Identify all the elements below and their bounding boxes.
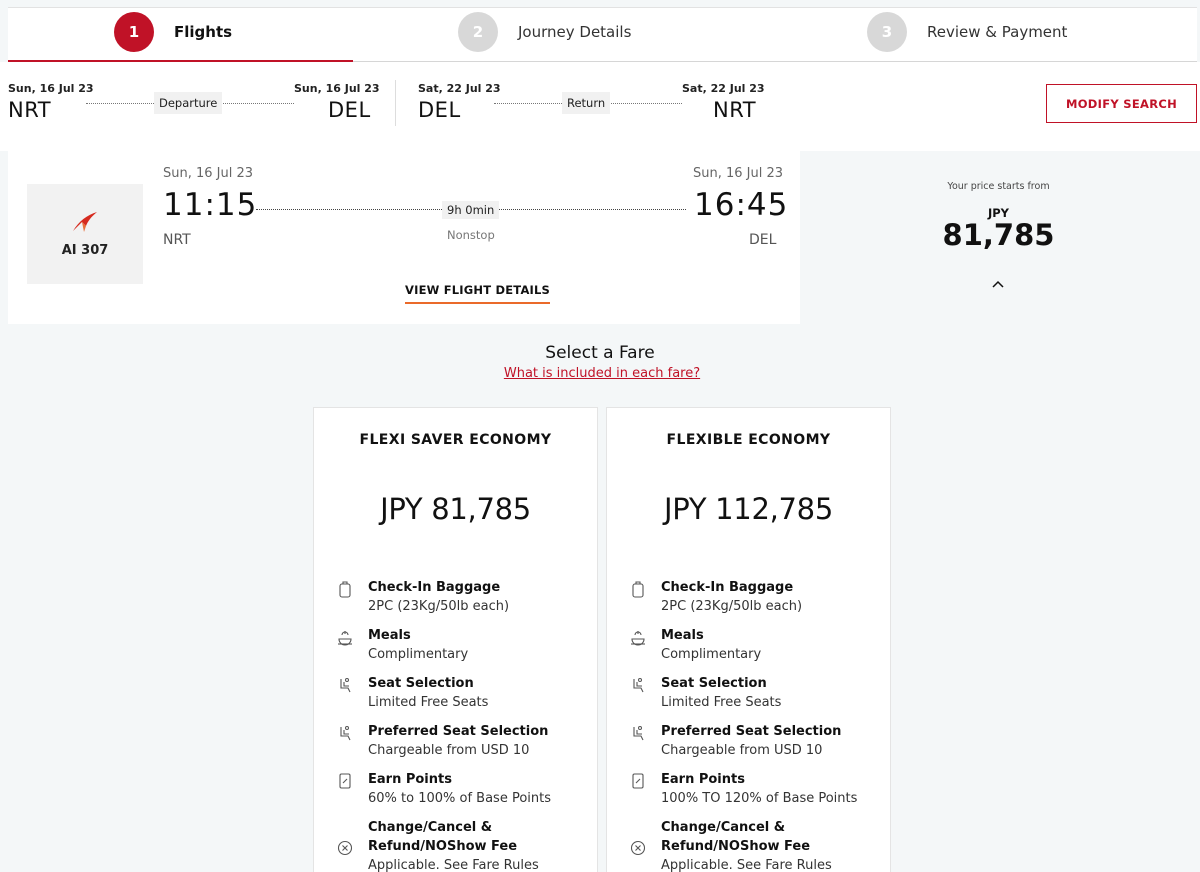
modify-search-button[interactable]: MODIFY SEARCH	[1046, 84, 1197, 123]
fare-feature-value: Limited Free Seats	[368, 695, 489, 710]
fare-price: JPY 112,785	[664, 492, 833, 526]
fare-name: FLEXI SAVER ECONOMY	[359, 432, 552, 448]
fare-feature-value: 2PC (23Kg/50lb each)	[368, 599, 510, 614]
fare-feature-title: Meals	[661, 628, 704, 643]
fare-feature-value: 2PC (23Kg/50lb each)	[661, 599, 803, 614]
fare-card-flexi-saver[interactable]: FLEXI SAVER ECONOMY JPY 81,785 Check-In …	[313, 407, 598, 872]
return-tag: Return	[562, 92, 611, 114]
fare-feature-title: Preferred Seat Selection	[368, 724, 549, 739]
fare-feature-title: Check-In Baggage	[661, 580, 794, 595]
step-label: Journey Details	[518, 23, 632, 41]
outbound-to-date: Sun, 16 Jul 23	[294, 82, 380, 95]
select-fare-heading: Select a Fare	[545, 343, 655, 363]
fare-feature-title: Earn Points	[368, 772, 452, 787]
flight-duration: 9h 0min	[442, 201, 500, 219]
arrival-date: Sun, 16 Jul 23	[693, 166, 784, 181]
fare-feature-title: Meals	[368, 628, 411, 643]
step-flights[interactable]: 1 Flights	[114, 12, 232, 52]
fare-feature-value: Chargeable from USD 10	[661, 743, 823, 758]
outbound-to-code: DEL	[328, 98, 371, 122]
airline-badge: AI 307	[27, 184, 143, 284]
cancel-icon	[630, 840, 646, 856]
fare-feature-title: Seat Selection	[368, 676, 474, 691]
seat-icon	[633, 726, 644, 741]
inbound-from-code: DEL	[418, 98, 461, 122]
fare-feature-value: Complimentary	[368, 647, 469, 662]
step-number: 3	[867, 12, 907, 52]
points-icon	[632, 773, 644, 789]
fare-feature-value: Chargeable from USD 10	[368, 743, 530, 758]
airline-logo-icon	[73, 211, 97, 232]
booking-stepper: 1 Flights 2 Journey Details 3 Review & P…	[8, 7, 1197, 62]
fare-feature-value: Applicable. See Fare Rules	[661, 858, 832, 872]
seat-icon	[340, 726, 351, 741]
inbound-to-code: NRT	[713, 98, 757, 122]
seat-icon	[633, 678, 644, 693]
fare-feature-title: Preferred Seat Selection	[661, 724, 842, 739]
step-review-payment[interactable]: 3 Review & Payment	[867, 12, 1067, 52]
flight-card: AI 307 Sun, 16 Jul 23 11:15 NRT 9h 0min …	[8, 151, 800, 324]
fare-feature-value: 100% TO 120% of Base Points	[661, 791, 858, 806]
flight-number: AI 307	[61, 242, 109, 258]
baggage-icon	[632, 581, 644, 598]
departure-tag: Departure	[154, 92, 223, 114]
fare-feature-value: Limited Free Seats	[661, 695, 782, 710]
route-summary-bar: Sun, 16 Jul 23 NRT Departure Sun, 16 Jul…	[0, 62, 1200, 151]
meal-icon	[631, 631, 645, 646]
fare-feature-title: Refund/NOShow Fee	[661, 839, 811, 854]
inbound-to-date: Sat, 22 Jul 23	[682, 82, 765, 95]
step-label: Flights	[174, 23, 233, 41]
leg-divider	[395, 80, 396, 126]
price-amount: 81,785	[942, 218, 1055, 252]
step-number: 1	[114, 12, 154, 52]
fare-feature-title: Check-In Baggage	[368, 580, 501, 595]
fare-feature-value: 60% to 100% of Base Points	[368, 791, 552, 806]
inbound-from-date: Sat, 22 Jul 23	[418, 82, 501, 95]
fare-feature-title: Change/Cancel &	[368, 820, 493, 835]
outbound-from-date: Sun, 16 Jul 23	[8, 82, 94, 95]
arrival-airport: DEL	[749, 232, 777, 248]
baggage-icon	[339, 581, 351, 598]
price-summary: Your price starts from JPY 81,785	[800, 151, 1197, 324]
departure-date: Sun, 16 Jul 23	[163, 166, 254, 181]
price-starts-label: Your price starts from	[947, 181, 1050, 192]
step-number: 2	[458, 12, 498, 52]
fare-card-flexible[interactable]: FLEXIBLE ECONOMY JPY 112,785 Check-In Ba…	[606, 407, 891, 872]
view-flight-details-link[interactable]: VIEW FLIGHT DETAILS	[405, 283, 551, 304]
seat-icon	[340, 678, 351, 693]
arrival-time: 16:45	[694, 187, 789, 223]
points-icon	[339, 773, 351, 789]
departure-airport: NRT	[163, 232, 191, 248]
outbound-from-code: NRT	[8, 98, 52, 122]
fare-feature-title: Refund/NOShow Fee	[368, 839, 518, 854]
fare-feature-title: Earn Points	[661, 772, 745, 787]
fare-price: JPY 81,785	[380, 492, 531, 526]
fare-feature-value: Applicable. See Fare Rules	[368, 858, 539, 872]
fare-name: FLEXIBLE ECONOMY	[666, 432, 831, 448]
fare-inclusions-link[interactable]: What is included in each fare?	[0, 366, 1200, 381]
fare-feature-value: Complimentary	[661, 647, 762, 662]
step-journey-details[interactable]: 2 Journey Details	[458, 12, 631, 52]
meal-icon	[338, 631, 352, 646]
chevron-up-icon[interactable]	[990, 278, 1006, 290]
fare-feature-title: Seat Selection	[661, 676, 767, 691]
cancel-icon	[337, 840, 353, 856]
fare-feature-title: Change/Cancel &	[661, 820, 786, 835]
step-label: Review & Payment	[927, 23, 1068, 41]
departure-time: 11:15	[163, 187, 258, 223]
flight-stops: Nonstop	[447, 228, 495, 242]
